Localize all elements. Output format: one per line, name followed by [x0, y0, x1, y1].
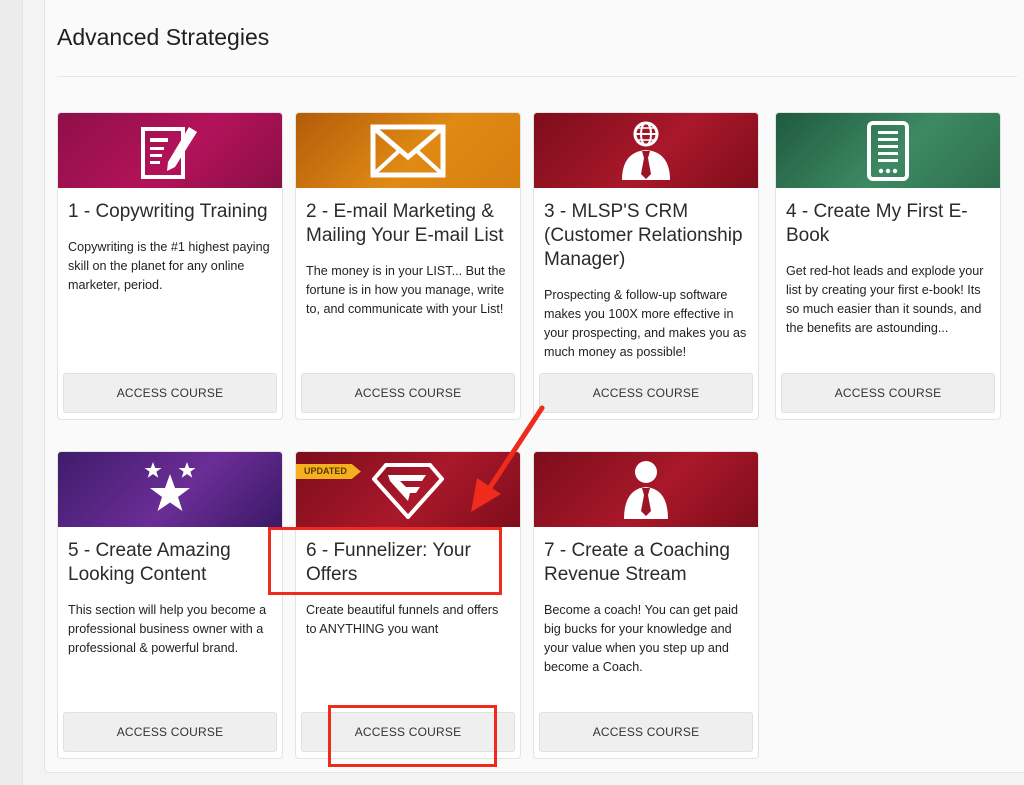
course-banner [534, 113, 758, 188]
course-title: 5 - Create Amazing Looking Content [68, 540, 231, 585]
course-title: 3 - MLSP'S CRM (Customer Relationship Ma… [544, 201, 743, 270]
course-description: This section will help you become a prof… [68, 603, 267, 655]
envelope-icon [370, 124, 446, 177]
course-banner [58, 452, 282, 527]
course-banner [534, 452, 758, 527]
section-title: Advanced Strategies [57, 24, 270, 50]
funnelizer-logo-icon [372, 462, 444, 519]
course-title: 2 - E-mail Marketing & Mailing Your E-ma… [306, 201, 504, 246]
ereader-icon [867, 120, 909, 181]
course-description: Copywriting is the #1 highest paying ski… [68, 240, 270, 292]
course-description: Prospecting & follow-up software makes y… [544, 288, 747, 359]
course-card-coaching[interactable]: 7 - Create a Coaching Revenue Stream Bec… [533, 451, 759, 759]
access-course-button[interactable]: ACCESS COURSE [301, 712, 515, 752]
document-pen-icon [141, 126, 197, 179]
person-tie-icon [624, 460, 668, 519]
left-gutter [0, 0, 23, 785]
globe-person-icon [622, 121, 670, 180]
course-description: Get red-hot leads and explode your list … [786, 264, 984, 335]
updated-badge: UPDATED [296, 464, 361, 479]
course-description: The money is in your LIST... But the for… [306, 264, 506, 316]
stars-icon [144, 461, 196, 511]
course-banner [58, 113, 282, 188]
title-divider [57, 76, 1017, 77]
course-card-ebook[interactable]: 4 - Create My First E-Book Get red-hot l… [775, 112, 1001, 420]
course-title: 7 - Create a Coaching Revenue Stream [544, 540, 730, 585]
access-course-button[interactable]: ACCESS COURSE [63, 373, 277, 413]
access-course-button[interactable]: ACCESS COURSE [539, 373, 753, 413]
course-card-crm[interactable]: 3 - MLSP'S CRM (Customer Relationship Ma… [533, 112, 759, 420]
course-description: Create beautiful funnels and offers to A… [306, 603, 499, 636]
course-banner [296, 113, 520, 188]
course-card-content[interactable]: 5 - Create Amazing Looking Content This … [57, 451, 283, 759]
course-title: 1 - Copywriting Training [68, 201, 268, 222]
annotation-arrow-icon [471, 405, 545, 512]
course-banner [776, 113, 1000, 188]
course-card-copywriting[interactable]: 1 - Copywriting Training Copywriting is … [57, 112, 283, 420]
course-description: Become a coach! You can get paid big buc… [544, 603, 738, 674]
access-course-button[interactable]: ACCESS COURSE [539, 712, 753, 752]
course-card-email-marketing[interactable]: 2 - E-mail Marketing & Mailing Your E-ma… [295, 112, 521, 420]
access-course-button[interactable]: ACCESS COURSE [781, 373, 995, 413]
course-title: 6 - Funnelizer: Your Offers [306, 540, 471, 585]
access-course-button[interactable]: ACCESS COURSE [63, 712, 277, 752]
course-title: 4 - Create My First E-Book [786, 201, 968, 246]
